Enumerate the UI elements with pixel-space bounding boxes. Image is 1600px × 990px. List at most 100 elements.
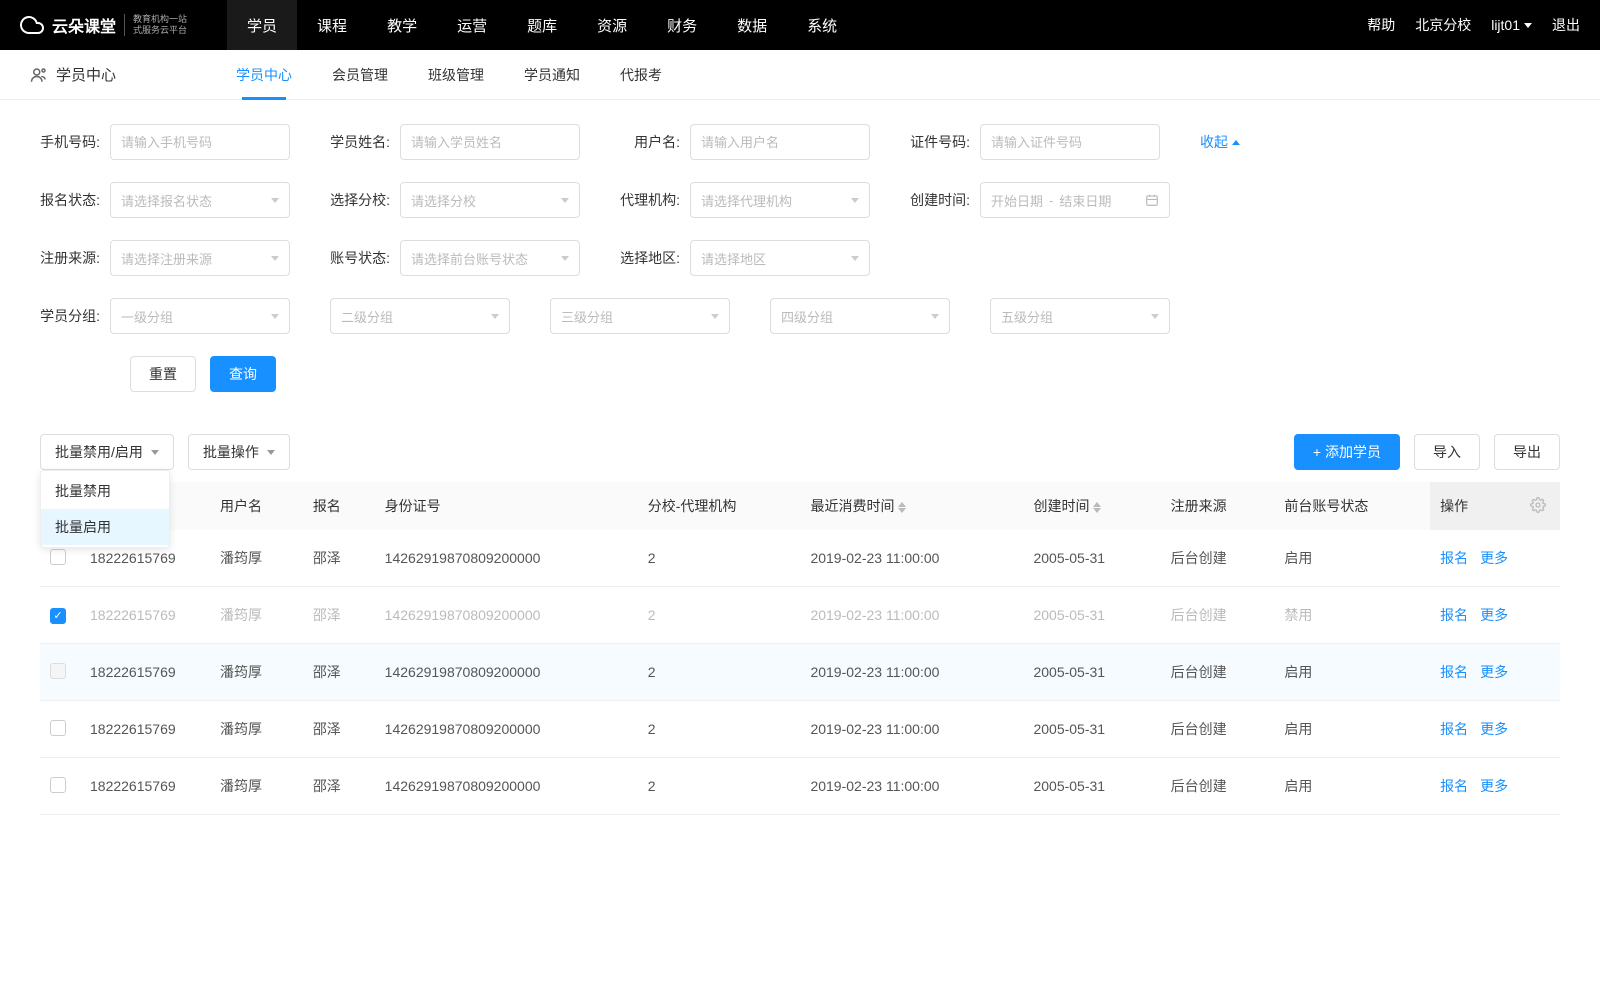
topnav-item[interactable]: 运营 xyxy=(437,0,507,50)
topnav-item[interactable]: 课程 xyxy=(297,0,367,50)
subnav-item[interactable]: 会员管理 xyxy=(332,50,388,100)
topnav-item[interactable]: 财务 xyxy=(647,0,717,50)
subnav-item[interactable]: 代报考 xyxy=(620,50,662,100)
agency-select[interactable]: 请选择代理机构 xyxy=(690,182,870,218)
more-link[interactable]: 更多 xyxy=(1480,607,1508,623)
topnav-item[interactable]: 题库 xyxy=(507,0,577,50)
logout-link[interactable]: 退出 xyxy=(1552,15,1580,35)
id-input[interactable] xyxy=(980,124,1160,160)
region-select[interactable]: 请选择地区 xyxy=(690,240,870,276)
caret-up-icon xyxy=(1232,140,1240,145)
cell-reg: 邵泽 xyxy=(303,530,375,587)
col-username: 用户名 xyxy=(210,482,303,530)
reset-button[interactable]: 重置 xyxy=(130,356,196,392)
register-link[interactable]: 报名 xyxy=(1440,721,1468,737)
group3-select[interactable]: 三级分组 xyxy=(550,298,730,334)
group2-select[interactable]: 二级分组 xyxy=(330,298,510,334)
chevron-down-icon xyxy=(271,256,279,261)
cell-idnum: 14262919870809200000 xyxy=(375,587,638,644)
dropdown-item[interactable]: 批量启用 xyxy=(41,509,169,545)
more-link[interactable]: 更多 xyxy=(1480,550,1508,566)
subnav-item[interactable]: 学员中心 xyxy=(236,50,292,100)
col-branch: 分校-代理机构 xyxy=(638,482,801,530)
row-checkbox[interactable] xyxy=(50,549,66,565)
calendar-icon xyxy=(1145,193,1159,207)
topnav-item[interactable]: 系统 xyxy=(787,0,857,50)
student-table: 用户名 报名 身份证号 分校-代理机构 最近消费时间 创建时间 注册来源 前台账… xyxy=(40,482,1560,815)
cell-create: 2005-05-31 xyxy=(1023,587,1160,644)
cell-reg: 邵泽 xyxy=(303,701,375,758)
dropdown-item[interactable]: 批量禁用 xyxy=(41,473,169,509)
user-menu[interactable]: lijt01 xyxy=(1491,17,1532,33)
acct-status-select[interactable]: 请选择前台账号状态 xyxy=(400,240,580,276)
col-acct-status: 前台账号状态 xyxy=(1274,482,1430,530)
subnav-item[interactable]: 班级管理 xyxy=(428,50,484,100)
help-link[interactable]: 帮助 xyxy=(1367,15,1395,35)
date-range-picker[interactable]: 开始日期-结束日期 xyxy=(980,182,1170,218)
register-link[interactable]: 报名 xyxy=(1440,778,1468,794)
row-checkbox[interactable] xyxy=(50,720,66,736)
cell-phone: 18222615769 xyxy=(80,587,210,644)
topnav-item[interactable]: 资源 xyxy=(577,0,647,50)
reg-status-label: 报名状态: xyxy=(40,190,100,210)
cell-status: 启用 xyxy=(1274,758,1430,815)
group4-select[interactable]: 四级分组 xyxy=(770,298,950,334)
export-button[interactable]: 导出 xyxy=(1494,434,1560,470)
bulk-ops-dropdown[interactable]: 批量操作 xyxy=(188,434,290,470)
topnav-item[interactable]: 教学 xyxy=(367,0,437,50)
reg-status-select[interactable]: 请选择报名状态 xyxy=(110,182,290,218)
cell-phone: 18222615769 xyxy=(80,644,210,701)
table-row: 18222615769潘筠厚邵泽142629198708092000002201… xyxy=(40,701,1560,758)
create-time-label: 创建时间: xyxy=(910,190,970,210)
row-checkbox[interactable]: ✓ xyxy=(50,608,66,624)
col-reg-source: 注册来源 xyxy=(1161,482,1275,530)
register-link[interactable]: 报名 xyxy=(1440,607,1468,623)
col-last-consume[interactable]: 最近消费时间 xyxy=(800,482,1023,530)
cell-create: 2005-05-31 xyxy=(1023,701,1160,758)
cell-create: 2005-05-31 xyxy=(1023,644,1160,701)
subbar: 学员中心 学员中心会员管理班级管理学员通知代报考 xyxy=(0,50,1600,100)
cell-status: 启用 xyxy=(1274,530,1430,587)
more-link[interactable]: 更多 xyxy=(1480,778,1508,794)
bulk-toggle-dropdown[interactable]: 批量禁用/启用 xyxy=(40,434,174,470)
topnav-item[interactable]: 数据 xyxy=(717,0,787,50)
chevron-down-icon xyxy=(851,198,859,203)
register-link[interactable]: 报名 xyxy=(1440,550,1468,566)
more-link[interactable]: 更多 xyxy=(1480,721,1508,737)
phone-label: 手机号码: xyxy=(40,132,100,152)
acct-status-label: 账号状态: xyxy=(330,248,390,268)
cell-source: 后台创建 xyxy=(1161,758,1275,815)
reg-source-label: 注册来源: xyxy=(40,248,100,268)
branch-selector[interactable]: 北京分校 xyxy=(1415,15,1471,35)
chevron-down-icon xyxy=(267,450,275,455)
chevron-down-icon xyxy=(561,198,569,203)
col-create-time[interactable]: 创建时间 xyxy=(1023,482,1160,530)
search-button[interactable]: 查询 xyxy=(210,356,276,392)
subnav-item[interactable]: 学员通知 xyxy=(524,50,580,100)
cell-username: 潘筠厚 xyxy=(210,701,303,758)
group5-select[interactable]: 五级分组 xyxy=(990,298,1170,334)
group1-select[interactable]: 一级分组 xyxy=(110,298,290,334)
collapse-toggle[interactable]: 收起 xyxy=(1200,132,1240,152)
add-student-button[interactable]: + 添加学员 xyxy=(1294,434,1400,470)
row-checkbox[interactable] xyxy=(50,777,66,793)
username-input[interactable] xyxy=(690,124,870,160)
topnav-item[interactable]: 学员 xyxy=(227,0,297,50)
topbar-right: 帮助 北京分校 lijt01 退出 xyxy=(1367,15,1580,35)
table-row: 18222615769潘筠厚邵泽142629198708092000002201… xyxy=(40,758,1560,815)
username-label: 用户名: xyxy=(620,132,680,152)
region-label: 选择地区: xyxy=(620,248,680,268)
import-button[interactable]: 导入 xyxy=(1414,434,1480,470)
gear-icon[interactable] xyxy=(1530,497,1546,513)
chevron-down-icon xyxy=(491,314,499,319)
branch-select[interactable]: 请选择分校 xyxy=(400,182,580,218)
name-input[interactable] xyxy=(400,124,580,160)
phone-input[interactable] xyxy=(110,124,290,160)
row-checkbox[interactable] xyxy=(50,663,66,679)
more-link[interactable]: 更多 xyxy=(1480,664,1508,680)
cell-last: 2019-02-23 11:00:00 xyxy=(800,530,1023,587)
cell-branch: 2 xyxy=(638,530,801,587)
register-link[interactable]: 报名 xyxy=(1440,664,1468,680)
cell-phone: 18222615769 xyxy=(80,701,210,758)
reg-source-select[interactable]: 请选择注册来源 xyxy=(110,240,290,276)
